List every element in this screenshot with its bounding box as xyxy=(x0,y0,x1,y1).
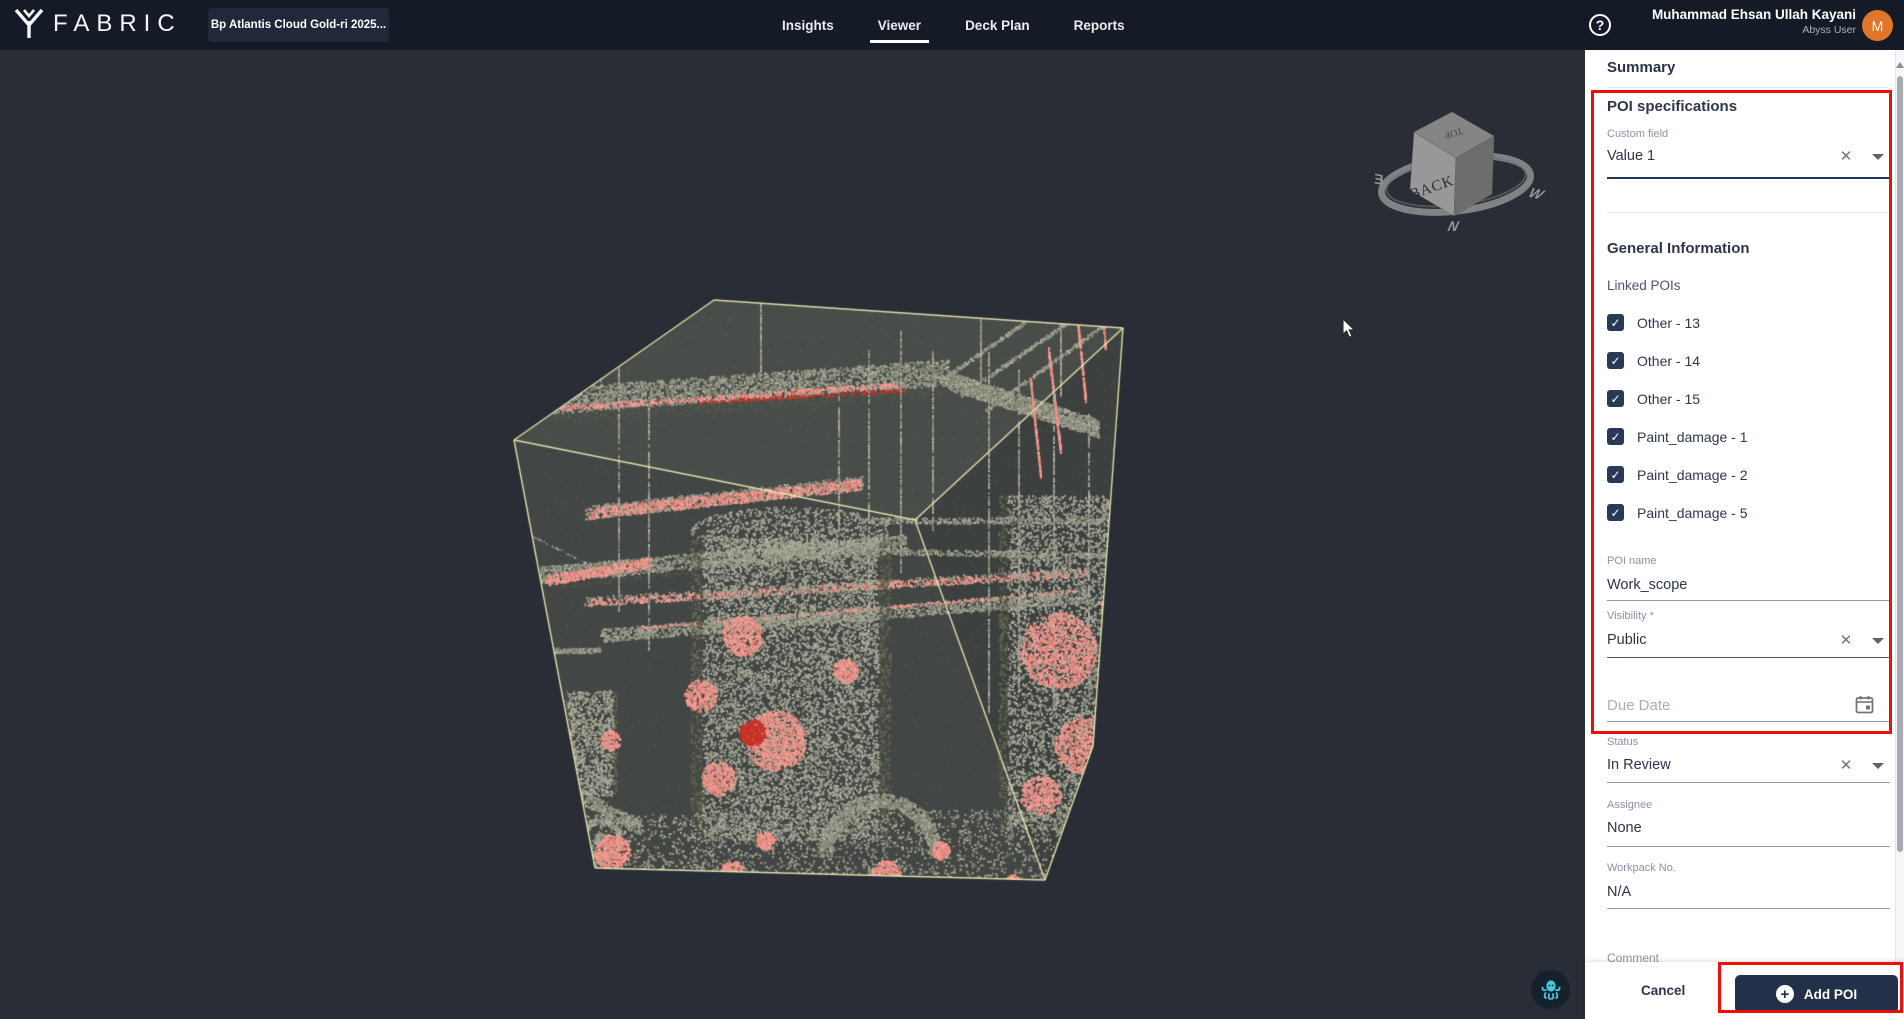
workpack-input[interactable]: N/A xyxy=(1607,884,1631,900)
fabric-logo: FABRIC xyxy=(14,8,182,40)
visibility-label: Visibility * xyxy=(1607,610,1654,622)
logo-text: FABRIC xyxy=(53,10,182,38)
fabric-app: FABRIC Bp Atlantis Cloud Gold-ri 2025...… xyxy=(0,0,1904,1019)
linked-poi-label: Other - 15 xyxy=(1637,391,1700,407)
linked-poi-row[interactable]: ✓ Other - 15 xyxy=(1607,390,1700,407)
checkbox-icon[interactable]: ✓ xyxy=(1607,314,1624,331)
top-navbar: FABRIC Bp Atlantis Cloud Gold-ri 2025...… xyxy=(0,0,1904,50)
viewer-3d[interactable]: TOP BACK E W N xyxy=(0,50,1585,1019)
linked-poi-row[interactable]: ✓ Paint_damage - 1 xyxy=(1607,428,1748,445)
general-information-title: General Information xyxy=(1607,240,1750,257)
avatar[interactable]: M xyxy=(1862,10,1893,41)
user-role: Abyss User xyxy=(1652,24,1856,37)
poi-specifications-title: POI specifications xyxy=(1607,98,1737,115)
add-poi-label: Add POI xyxy=(1804,987,1857,1002)
tab-deck-plan[interactable]: Deck Plan xyxy=(965,0,1030,50)
assignee-label: Assignee xyxy=(1607,799,1652,811)
panel-footer: Cancel + Add POI xyxy=(1585,962,1904,1019)
clear-icon[interactable]: ✕ xyxy=(1838,758,1854,774)
checkbox-icon[interactable]: ✓ xyxy=(1607,428,1624,445)
due-date-input[interactable]: Due Date xyxy=(1607,697,1670,714)
custom-field-label: Custom field xyxy=(1607,128,1668,140)
main-nav: Insights Viewer Deck Plan Reports xyxy=(782,0,1125,50)
scrollbar[interactable] xyxy=(1895,50,1904,1019)
user-info[interactable]: Muhammad Ehsan Ullah Kayani Abyss User xyxy=(1652,7,1856,37)
poi-name-label: POI name xyxy=(1607,555,1657,567)
pointcloud-canvas[interactable] xyxy=(0,50,1585,1019)
scrollbar-thumb[interactable] xyxy=(1897,76,1903,852)
divider xyxy=(1607,87,1888,88)
checkbox-icon[interactable]: ✓ xyxy=(1607,504,1624,521)
calendar-icon[interactable] xyxy=(1855,695,1874,719)
add-poi-button[interactable]: + Add POI xyxy=(1735,975,1898,1013)
clear-icon[interactable]: ✕ xyxy=(1838,149,1854,165)
custom-field-select[interactable]: Value 1 xyxy=(1607,148,1655,164)
field-underline xyxy=(1607,782,1890,783)
clear-icon[interactable]: ✕ xyxy=(1838,633,1854,649)
tab-reports[interactable]: Reports xyxy=(1074,0,1125,50)
field-underline xyxy=(1607,908,1890,909)
compass-north[interactable]: N xyxy=(1446,219,1461,235)
panel-title: Summary xyxy=(1607,59,1675,76)
chevron-down-icon[interactable] xyxy=(1872,763,1884,769)
linked-poi-label: Paint_damage - 5 xyxy=(1637,505,1748,521)
linked-poi-label: Paint_damage - 2 xyxy=(1637,467,1748,483)
linked-poi-label: Other - 13 xyxy=(1637,315,1700,331)
viewcube[interactable]: TOP BACK E W N xyxy=(1362,100,1552,245)
tab-viewer[interactable]: Viewer xyxy=(878,0,921,50)
cancel-button[interactable]: Cancel xyxy=(1635,962,1691,1019)
linked-poi-row[interactable]: ✓ Other - 14 xyxy=(1607,352,1700,369)
octopus-icon xyxy=(1539,978,1563,1002)
user-name: Muhammad Ehsan Ullah Kayani xyxy=(1652,7,1856,24)
field-underline xyxy=(1607,177,1890,179)
linked-poi-label: Paint_damage - 1 xyxy=(1637,429,1748,445)
compass-east[interactable]: E xyxy=(1372,170,1385,188)
kraken-button[interactable] xyxy=(1531,970,1570,1009)
tab-insights[interactable]: Insights xyxy=(782,0,834,50)
poi-name-input[interactable]: Work_scope xyxy=(1607,577,1687,593)
mouse-cursor xyxy=(1342,318,1356,338)
field-underline xyxy=(1607,600,1890,601)
fabric-logo-icon xyxy=(14,8,44,40)
chevron-down-icon[interactable] xyxy=(1872,638,1884,644)
chevron-down-icon[interactable] xyxy=(1872,154,1884,160)
field-underline xyxy=(1607,846,1890,847)
help-icon[interactable]: ? xyxy=(1589,14,1611,36)
scrollbar-up-icon[interactable] xyxy=(1896,62,1904,68)
checkbox-icon[interactable]: ✓ xyxy=(1607,390,1624,407)
linked-poi-row[interactable]: ✓ Paint_damage - 2 xyxy=(1607,466,1748,483)
assignee-input[interactable]: None xyxy=(1607,820,1642,836)
field-underline xyxy=(1607,657,1890,658)
status-label: Status xyxy=(1607,736,1638,748)
plus-icon: + xyxy=(1776,985,1794,1003)
status-select[interactable]: In Review xyxy=(1607,757,1671,773)
field-underline xyxy=(1607,721,1890,722)
linked-poi-label: Other - 14 xyxy=(1637,353,1700,369)
linked-pois-label: Linked POIs xyxy=(1607,278,1681,293)
checkbox-icon[interactable]: ✓ xyxy=(1607,352,1624,369)
linked-poi-row[interactable]: ✓ Other - 13 xyxy=(1607,314,1700,331)
project-chip[interactable]: Bp Atlantis Cloud Gold-ri 2025... xyxy=(208,8,389,42)
workpack-label: Workpack No. xyxy=(1607,862,1676,874)
checkbox-icon[interactable]: ✓ xyxy=(1607,466,1624,483)
linked-poi-row[interactable]: ✓ Paint_damage - 5 xyxy=(1607,504,1748,521)
visibility-select[interactable]: Public xyxy=(1607,632,1647,648)
summary-panel: Summary POI specifications Custom field … xyxy=(1585,50,1904,1019)
divider xyxy=(1607,212,1888,213)
